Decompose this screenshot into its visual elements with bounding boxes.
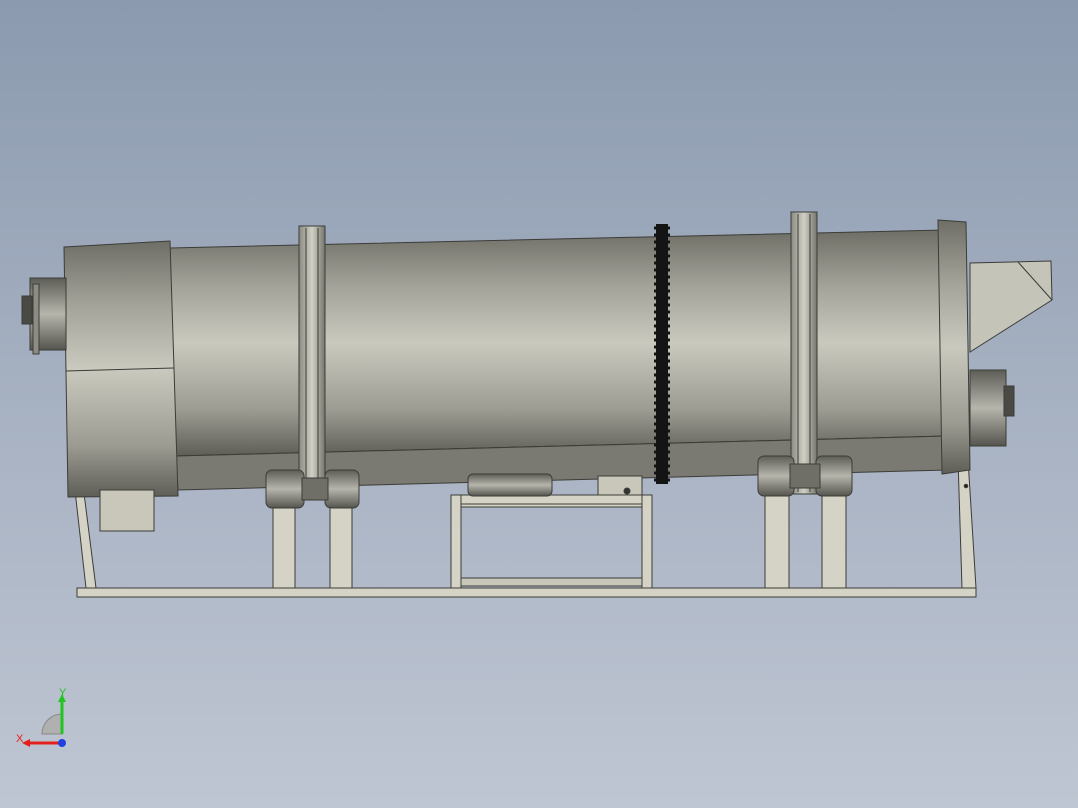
motor-stand[interactable] xyxy=(450,494,653,589)
cad-viewport[interactable]: Y X xyxy=(0,0,1078,808)
girth-gear[interactable] xyxy=(654,224,670,484)
drum-shell[interactable] xyxy=(169,229,949,491)
z-axis-dot xyxy=(58,739,66,747)
triad-quadrant xyxy=(41,713,63,735)
riding-ring-right[interactable] xyxy=(790,211,818,495)
right-hood[interactable] xyxy=(937,219,1053,475)
triad-y-label: Y xyxy=(59,687,67,699)
feed-chute[interactable] xyxy=(969,260,1053,353)
riding-ring-left[interactable] xyxy=(298,225,326,495)
support-columns[interactable] xyxy=(272,494,847,589)
base-rail[interactable] xyxy=(76,587,977,598)
triad-x-label: X xyxy=(16,733,24,745)
dryer-model[interactable] xyxy=(0,0,1078,808)
left-hood[interactable] xyxy=(21,240,179,532)
